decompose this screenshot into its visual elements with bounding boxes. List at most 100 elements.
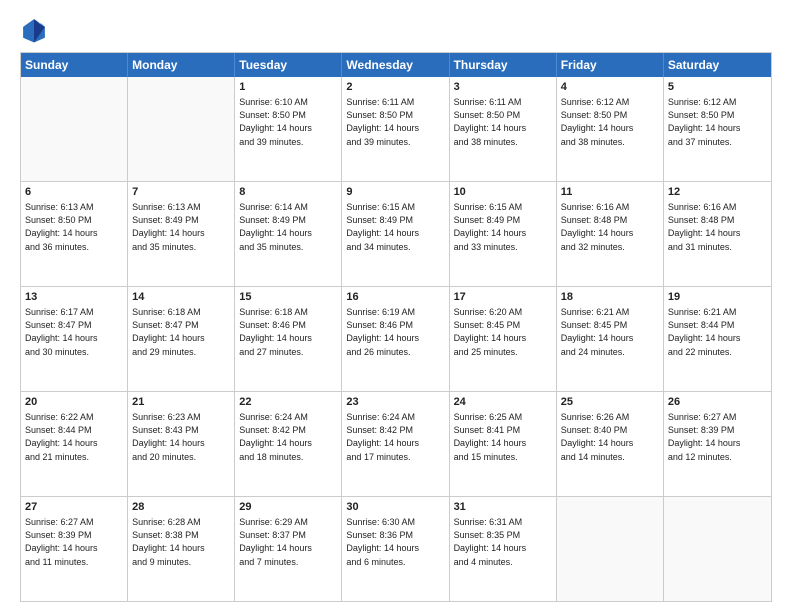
day-info: Sunrise: 6:10 AM Sunset: 8:50 PM Dayligh… (239, 96, 337, 148)
day-number: 7 (132, 185, 230, 200)
day-info: Sunrise: 6:29 AM Sunset: 8:37 PM Dayligh… (239, 516, 337, 568)
calendar-header: SundayMondayTuesdayWednesdayThursdayFrid… (21, 53, 771, 77)
day-number: 10 (454, 185, 552, 200)
day-cell-12: 12Sunrise: 6:16 AM Sunset: 8:48 PM Dayli… (664, 182, 771, 286)
day-info: Sunrise: 6:23 AM Sunset: 8:43 PM Dayligh… (132, 411, 230, 463)
header-day-monday: Monday (128, 53, 235, 77)
day-number: 31 (454, 500, 552, 515)
empty-cell (664, 497, 771, 601)
day-info: Sunrise: 6:16 AM Sunset: 8:48 PM Dayligh… (561, 201, 659, 253)
day-number: 16 (346, 290, 444, 305)
day-cell-16: 16Sunrise: 6:19 AM Sunset: 8:46 PM Dayli… (342, 287, 449, 391)
day-info: Sunrise: 6:18 AM Sunset: 8:47 PM Dayligh… (132, 306, 230, 358)
day-number: 21 (132, 395, 230, 410)
day-info: Sunrise: 6:28 AM Sunset: 8:38 PM Dayligh… (132, 516, 230, 568)
day-number: 2 (346, 80, 444, 95)
day-cell-4: 4Sunrise: 6:12 AM Sunset: 8:50 PM Daylig… (557, 77, 664, 181)
day-number: 25 (561, 395, 659, 410)
day-info: Sunrise: 6:21 AM Sunset: 8:44 PM Dayligh… (668, 306, 767, 358)
logo (20, 16, 52, 44)
header-day-saturday: Saturday (664, 53, 771, 77)
day-cell-23: 23Sunrise: 6:24 AM Sunset: 8:42 PM Dayli… (342, 392, 449, 496)
day-number: 30 (346, 500, 444, 515)
day-number: 13 (25, 290, 123, 305)
calendar-body: 1Sunrise: 6:10 AM Sunset: 8:50 PM Daylig… (21, 77, 771, 601)
day-number: 12 (668, 185, 767, 200)
day-cell-14: 14Sunrise: 6:18 AM Sunset: 8:47 PM Dayli… (128, 287, 235, 391)
day-info: Sunrise: 6:14 AM Sunset: 8:49 PM Dayligh… (239, 201, 337, 253)
day-number: 4 (561, 80, 659, 95)
day-cell-3: 3Sunrise: 6:11 AM Sunset: 8:50 PM Daylig… (450, 77, 557, 181)
header (20, 16, 772, 44)
day-number: 29 (239, 500, 337, 515)
day-cell-15: 15Sunrise: 6:18 AM Sunset: 8:46 PM Dayli… (235, 287, 342, 391)
day-cell-30: 30Sunrise: 6:30 AM Sunset: 8:36 PM Dayli… (342, 497, 449, 601)
day-cell-7: 7Sunrise: 6:13 AM Sunset: 8:49 PM Daylig… (128, 182, 235, 286)
day-info: Sunrise: 6:21 AM Sunset: 8:45 PM Dayligh… (561, 306, 659, 358)
empty-cell (557, 497, 664, 601)
day-info: Sunrise: 6:18 AM Sunset: 8:46 PM Dayligh… (239, 306, 337, 358)
day-info: Sunrise: 6:12 AM Sunset: 8:50 PM Dayligh… (668, 96, 767, 148)
day-info: Sunrise: 6:27 AM Sunset: 8:39 PM Dayligh… (668, 411, 767, 463)
day-number: 26 (668, 395, 767, 410)
day-number: 6 (25, 185, 123, 200)
day-number: 22 (239, 395, 337, 410)
day-number: 15 (239, 290, 337, 305)
day-info: Sunrise: 6:24 AM Sunset: 8:42 PM Dayligh… (239, 411, 337, 463)
header-day-wednesday: Wednesday (342, 53, 449, 77)
day-cell-27: 27Sunrise: 6:27 AM Sunset: 8:39 PM Dayli… (21, 497, 128, 601)
day-info: Sunrise: 6:11 AM Sunset: 8:50 PM Dayligh… (454, 96, 552, 148)
day-cell-29: 29Sunrise: 6:29 AM Sunset: 8:37 PM Dayli… (235, 497, 342, 601)
day-cell-22: 22Sunrise: 6:24 AM Sunset: 8:42 PM Dayli… (235, 392, 342, 496)
day-cell-17: 17Sunrise: 6:20 AM Sunset: 8:45 PM Dayli… (450, 287, 557, 391)
day-info: Sunrise: 6:24 AM Sunset: 8:42 PM Dayligh… (346, 411, 444, 463)
day-number: 17 (454, 290, 552, 305)
day-info: Sunrise: 6:11 AM Sunset: 8:50 PM Dayligh… (346, 96, 444, 148)
day-number: 9 (346, 185, 444, 200)
day-cell-25: 25Sunrise: 6:26 AM Sunset: 8:40 PM Dayli… (557, 392, 664, 496)
day-number: 20 (25, 395, 123, 410)
empty-cell (21, 77, 128, 181)
day-cell-21: 21Sunrise: 6:23 AM Sunset: 8:43 PM Dayli… (128, 392, 235, 496)
day-number: 27 (25, 500, 123, 515)
day-cell-11: 11Sunrise: 6:16 AM Sunset: 8:48 PM Dayli… (557, 182, 664, 286)
day-info: Sunrise: 6:19 AM Sunset: 8:46 PM Dayligh… (346, 306, 444, 358)
week-row-2: 6Sunrise: 6:13 AM Sunset: 8:50 PM Daylig… (21, 181, 771, 286)
day-number: 23 (346, 395, 444, 410)
header-day-thursday: Thursday (450, 53, 557, 77)
day-cell-28: 28Sunrise: 6:28 AM Sunset: 8:38 PM Dayli… (128, 497, 235, 601)
logo-icon (20, 16, 48, 44)
day-info: Sunrise: 6:13 AM Sunset: 8:49 PM Dayligh… (132, 201, 230, 253)
day-info: Sunrise: 6:13 AM Sunset: 8:50 PM Dayligh… (25, 201, 123, 253)
calendar: SundayMondayTuesdayWednesdayThursdayFrid… (20, 52, 772, 602)
day-number: 24 (454, 395, 552, 410)
day-info: Sunrise: 6:26 AM Sunset: 8:40 PM Dayligh… (561, 411, 659, 463)
day-cell-18: 18Sunrise: 6:21 AM Sunset: 8:45 PM Dayli… (557, 287, 664, 391)
day-info: Sunrise: 6:27 AM Sunset: 8:39 PM Dayligh… (25, 516, 123, 568)
day-cell-1: 1Sunrise: 6:10 AM Sunset: 8:50 PM Daylig… (235, 77, 342, 181)
day-number: 18 (561, 290, 659, 305)
day-number: 14 (132, 290, 230, 305)
header-day-tuesday: Tuesday (235, 53, 342, 77)
day-number: 11 (561, 185, 659, 200)
day-info: Sunrise: 6:30 AM Sunset: 8:36 PM Dayligh… (346, 516, 444, 568)
empty-cell (128, 77, 235, 181)
day-info: Sunrise: 6:22 AM Sunset: 8:44 PM Dayligh… (25, 411, 123, 463)
day-cell-31: 31Sunrise: 6:31 AM Sunset: 8:35 PM Dayli… (450, 497, 557, 601)
day-cell-5: 5Sunrise: 6:12 AM Sunset: 8:50 PM Daylig… (664, 77, 771, 181)
page: SundayMondayTuesdayWednesdayThursdayFrid… (0, 0, 792, 612)
header-day-friday: Friday (557, 53, 664, 77)
day-info: Sunrise: 6:12 AM Sunset: 8:50 PM Dayligh… (561, 96, 659, 148)
day-cell-26: 26Sunrise: 6:27 AM Sunset: 8:39 PM Dayli… (664, 392, 771, 496)
day-info: Sunrise: 6:15 AM Sunset: 8:49 PM Dayligh… (454, 201, 552, 253)
week-row-4: 20Sunrise: 6:22 AM Sunset: 8:44 PM Dayli… (21, 391, 771, 496)
day-cell-10: 10Sunrise: 6:15 AM Sunset: 8:49 PM Dayli… (450, 182, 557, 286)
day-number: 8 (239, 185, 337, 200)
day-number: 5 (668, 80, 767, 95)
day-info: Sunrise: 6:25 AM Sunset: 8:41 PM Dayligh… (454, 411, 552, 463)
week-row-1: 1Sunrise: 6:10 AM Sunset: 8:50 PM Daylig… (21, 77, 771, 181)
week-row-5: 27Sunrise: 6:27 AM Sunset: 8:39 PM Dayli… (21, 496, 771, 601)
day-cell-8: 8Sunrise: 6:14 AM Sunset: 8:49 PM Daylig… (235, 182, 342, 286)
header-day-sunday: Sunday (21, 53, 128, 77)
day-number: 28 (132, 500, 230, 515)
